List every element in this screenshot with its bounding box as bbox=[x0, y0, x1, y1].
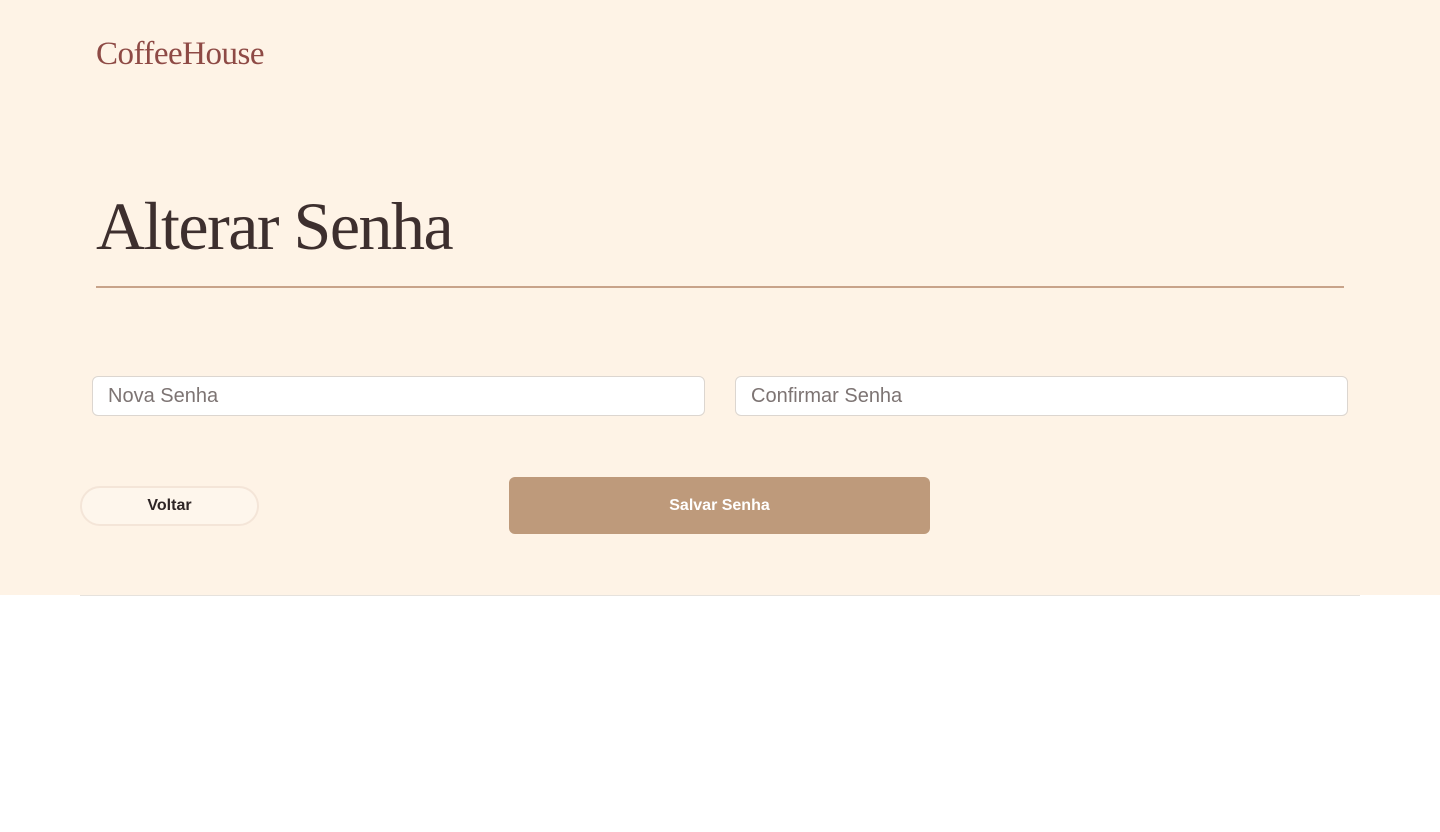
save-password-button[interactable]: Salvar Senha bbox=[509, 477, 930, 534]
confirm-password-field[interactable] bbox=[735, 376, 1348, 416]
brand-logo[interactable]: CoffeeHouse bbox=[96, 34, 265, 74]
footer-divider bbox=[80, 595, 1360, 596]
back-button[interactable]: Voltar bbox=[80, 486, 259, 526]
page-title: Alterar Senha bbox=[96, 188, 454, 264]
page: CoffeeHouse Alterar Senha Voltar Salvar … bbox=[0, 0, 1440, 832]
title-divider bbox=[96, 286, 1344, 288]
new-password-field[interactable] bbox=[92, 376, 705, 416]
hero-section: CoffeeHouse Alterar Senha Voltar Salvar … bbox=[0, 0, 1440, 595]
